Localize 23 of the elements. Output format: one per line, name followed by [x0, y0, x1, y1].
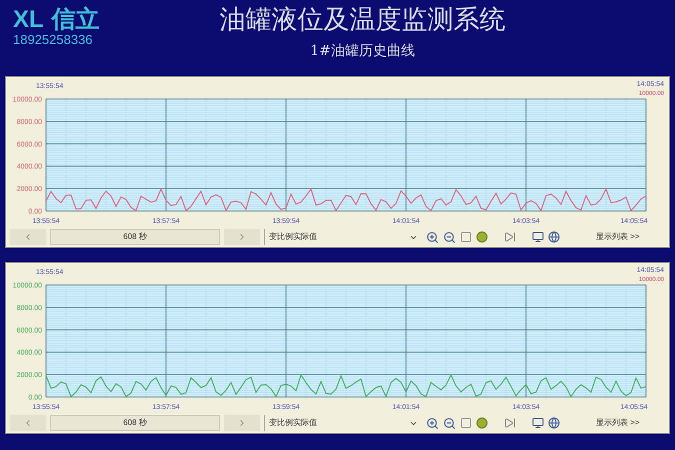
time-span-scrollbar[interactable]: 608 秒	[50, 415, 220, 431]
logo-chinese-text: 信立	[52, 8, 100, 32]
logo-text: XL	[13, 8, 44, 32]
square-icon[interactable]	[460, 231, 472, 243]
square-icon[interactable]	[460, 417, 472, 429]
skip-forward-icon[interactable]	[504, 417, 516, 429]
show-list-button[interactable]: 显示列表 >>	[588, 415, 648, 431]
time-span-scrollbar[interactable]: 608 秒	[50, 229, 220, 245]
zoom-out-icon[interactable]	[443, 416, 456, 430]
page-title: 油罐液位及温度监测系统	[220, 4, 506, 36]
page-subtitle: 1#油罐历史曲线	[310, 42, 415, 60]
zoom-in-icon[interactable]	[426, 416, 439, 430]
skip-forward-icon[interactable]	[504, 231, 516, 243]
circle-icon[interactable]	[476, 417, 488, 429]
circle-icon[interactable]	[476, 231, 488, 243]
globe-icon[interactable]	[548, 417, 560, 429]
zoom-in-icon[interactable]	[426, 230, 439, 244]
show-list-button[interactable]: 显示列表 >>	[588, 229, 648, 245]
monitor-icon[interactable]	[532, 231, 544, 243]
zoom-out-icon[interactable]	[443, 230, 456, 244]
phone-number: 18925258336	[13, 32, 94, 48]
globe-icon[interactable]	[548, 231, 560, 243]
monitor-icon[interactable]	[532, 417, 544, 429]
